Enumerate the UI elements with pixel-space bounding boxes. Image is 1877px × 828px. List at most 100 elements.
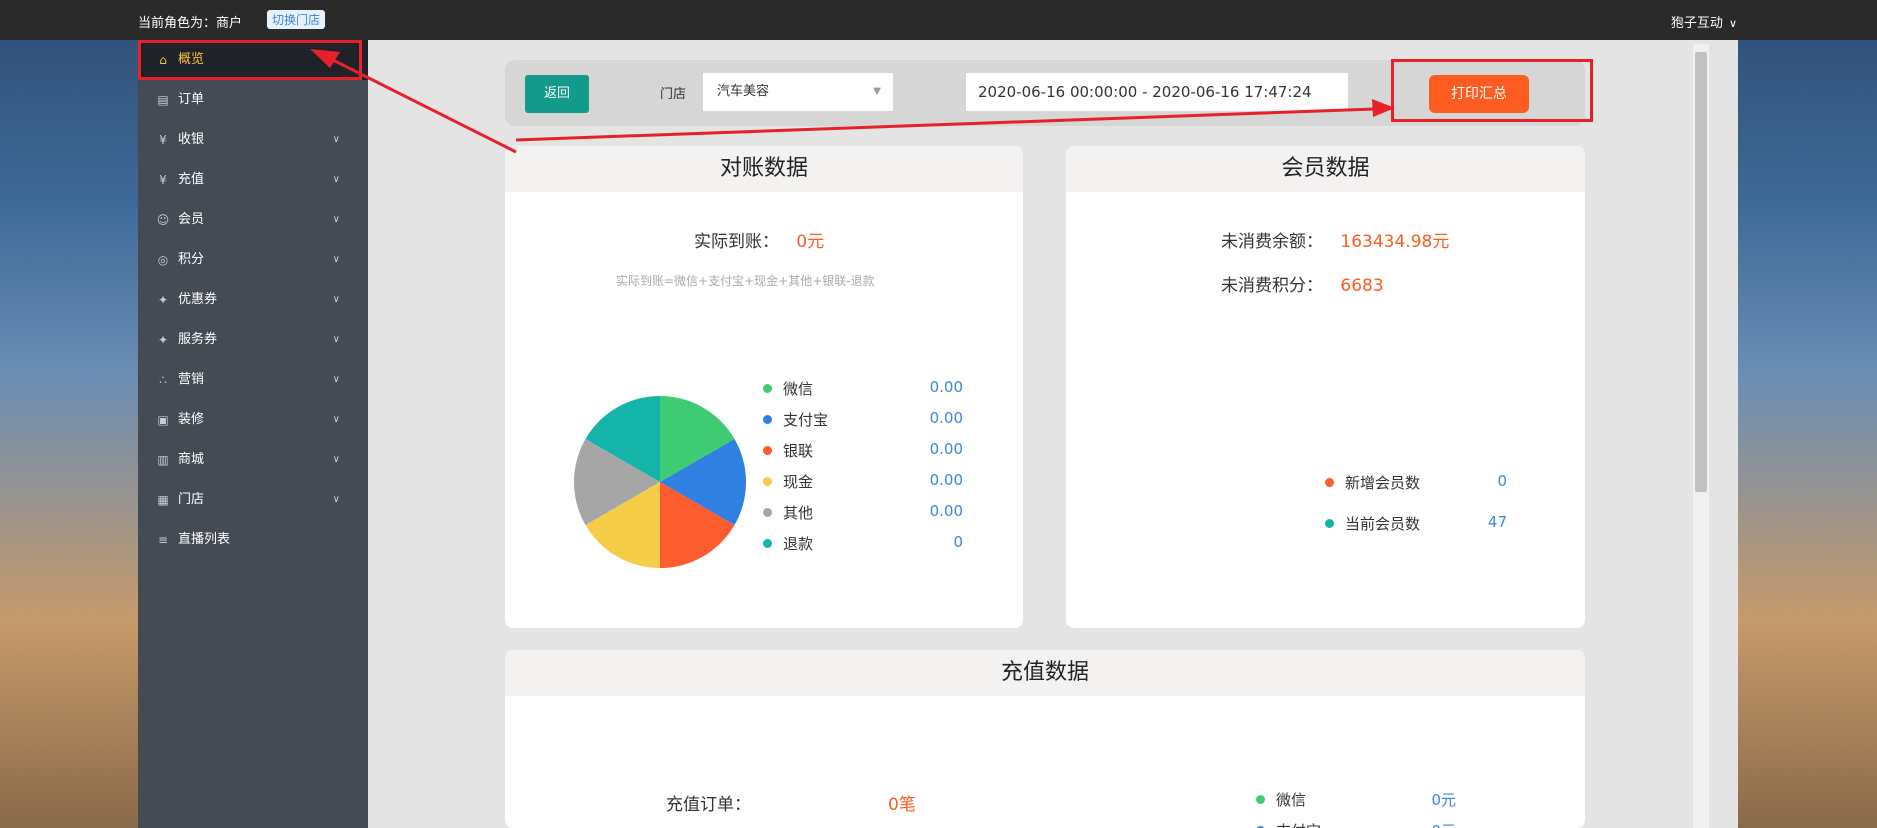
sidebar-item-overview[interactable]: ⌂ 概览 (138, 40, 368, 80)
sidebar-item-label: 装修 (178, 412, 205, 427)
coupon-icon: ✦ (157, 293, 169, 307)
legend-value: 0元 (1431, 820, 1456, 828)
user-menu[interactable]: 狍子互动 ∨ (1671, 12, 1737, 31)
legend-value: 0.00 (929, 471, 963, 489)
unspent-points-value: 6683 (1340, 276, 1384, 296)
date-range-input[interactable]: 2020-06-16 00:00:00 - 2020-06-16 17:47:2… (966, 73, 1348, 111)
sidebar-item-orders[interactable]: ▤ 订单 (138, 80, 368, 120)
sidebar-item-label: 收银 (178, 132, 205, 147)
legend-value: 0.00 (929, 378, 963, 396)
store-select[interactable]: 汽车美容 ▼ (703, 73, 893, 111)
sidebar-item-recharge[interactable]: ¥ 充值 ∨ (138, 160, 368, 200)
sidebar-item-marketing[interactable]: ∴ 营销 ∨ (138, 360, 368, 400)
sidebar-item-label: 会员 (178, 212, 205, 227)
caret-down-icon: ▼ (873, 86, 881, 97)
legend-name: 现金 (783, 473, 814, 491)
unspent-balance-label: 未消费余额： (1221, 232, 1323, 252)
cashier-icon: ¥ (159, 133, 167, 147)
legend-dot (763, 446, 772, 455)
sidebar-item-label: 营销 (178, 372, 205, 387)
sidebar-item-mall[interactable]: ▥ 商城 ∨ (138, 440, 368, 480)
unspent-points: 未消费积分： 6683 (1221, 271, 1384, 296)
recharge-orders-value: 0笔 (888, 795, 916, 815)
decoration-icon: ▣ (157, 413, 169, 427)
sidebar-item-live-list[interactable]: ≡ 直播列表 (138, 520, 368, 560)
print-summary-button[interactable]: 打印汇总 (1429, 75, 1529, 113)
legend-name: 支付宝 (1276, 820, 1321, 828)
actual-received: 实际到账： 0元 (694, 227, 824, 252)
points-icon: ◎ (157, 253, 169, 267)
legend-dot (763, 508, 772, 517)
legend-dot (1256, 795, 1265, 804)
chevron-down-icon: ∨ (332, 374, 340, 385)
chevron-down-icon: ∨ (332, 334, 340, 345)
sidebar-item-label: 充值 (178, 172, 205, 187)
chevron-down-icon: ∨ (332, 214, 340, 225)
chevron-down-icon: ∨ (332, 134, 340, 145)
chevron-down-icon: ∨ (332, 454, 340, 465)
legend-dot (763, 477, 772, 486)
legend-name: 退款 (783, 535, 814, 553)
sidebar-item-label: 概览 (178, 52, 205, 67)
user-name: 狍子互动 (1670, 16, 1723, 31)
legend-dot (763, 415, 772, 424)
mall-icon: ▥ (157, 453, 169, 467)
legend-name: 新增会员数 (1345, 474, 1421, 492)
unspent-balance: 未消费余额： 163434.98元 (1221, 227, 1449, 252)
store-select-value: 汽车美容 (717, 84, 770, 99)
sidebar-item-member[interactable]: ☺ 会员 ∨ (138, 200, 368, 240)
chevron-down-icon: ∨ (1728, 17, 1737, 30)
formula-note: 实际到账=微信+支付宝+现金+其他+银联-退款 (616, 274, 875, 288)
sidebar-item-cashier[interactable]: ¥ 收银 ∨ (138, 120, 368, 160)
live-list-icon: ≡ (157, 533, 169, 547)
actual-received-label: 实际到账： (694, 232, 779, 252)
chevron-down-icon: ∨ (332, 414, 340, 425)
legend-value: 0 (953, 533, 963, 551)
member-card: 会员数据 (1066, 146, 1585, 628)
card-title: 对账数据 (505, 146, 1023, 192)
recharge-orders-label: 充值订单： (666, 795, 751, 815)
unspent-points-label: 未消费积分： (1221, 276, 1323, 296)
legend-value: 0.00 (929, 502, 963, 520)
sidebar-item-label: 门店 (178, 492, 205, 507)
sidebar-item-points[interactable]: ◎ 积分 ∨ (138, 240, 368, 280)
recharge-icon: ¥ (159, 173, 167, 187)
legend-name: 银联 (783, 442, 814, 460)
sidebar-item-label: 优惠券 (178, 292, 218, 307)
legend-dot (763, 539, 772, 548)
card-title: 会员数据 (1066, 146, 1585, 192)
chevron-down-icon: ∨ (332, 174, 340, 185)
legend-dot (1325, 478, 1334, 487)
legend-value: 0元 (1431, 791, 1456, 809)
legend-name: 微信 (783, 380, 814, 398)
chevron-down-icon: ∨ (332, 254, 340, 265)
sidebar-item-coupon[interactable]: ✦ 优惠券 ∨ (138, 280, 368, 320)
sidebar-item-service-coupon[interactable]: ✦ 服务券 ∨ (138, 320, 368, 360)
unspent-balance-value: 163434.98元 (1340, 232, 1450, 252)
switch-store-button[interactable]: 切换门店 (267, 10, 326, 29)
sidebar-item-label: 订单 (178, 92, 205, 107)
card-title: 充值数据 (505, 650, 1585, 696)
service-coupon-icon: ✦ (157, 333, 169, 347)
current-role-text: 当前角色为：商户 (138, 16, 243, 31)
legend-dot (1325, 519, 1334, 528)
order-icon: ▤ (157, 93, 169, 107)
scrollbar-thumb[interactable] (1695, 52, 1707, 492)
legend-name: 其他 (783, 504, 814, 522)
legend-name: 微信 (1276, 791, 1307, 809)
legend-dot (763, 384, 772, 393)
sidebar: ⌂ 概览 ▤ 订单 ¥ 收银 ∨ ¥ 充值 ∨ ☺ 会员 ∨ ◎ 积分 ∨ ✦ … (138, 40, 368, 828)
recharge-orders: 充值订单： 0笔 (666, 790, 926, 815)
sidebar-item-label: 服务券 (178, 332, 218, 347)
store-icon: ▦ (157, 493, 169, 507)
sidebar-item-label: 积分 (178, 252, 205, 267)
sidebar-item-label: 商城 (178, 452, 205, 467)
sidebar-item-decoration[interactable]: ▣ 装修 ∨ (138, 400, 368, 440)
sidebar-item-store[interactable]: ▦ 门店 ∨ (138, 480, 368, 520)
marketing-icon: ∴ (159, 373, 167, 387)
back-button[interactable]: 返回 (525, 75, 589, 113)
member-icon: ☺ (156, 213, 170, 227)
top-bar: 当前角色为：商户 切换门店 狍子互动 ∨ (0, 0, 1877, 40)
chevron-down-icon: ∨ (332, 494, 340, 505)
store-label: 门店 (660, 87, 687, 102)
